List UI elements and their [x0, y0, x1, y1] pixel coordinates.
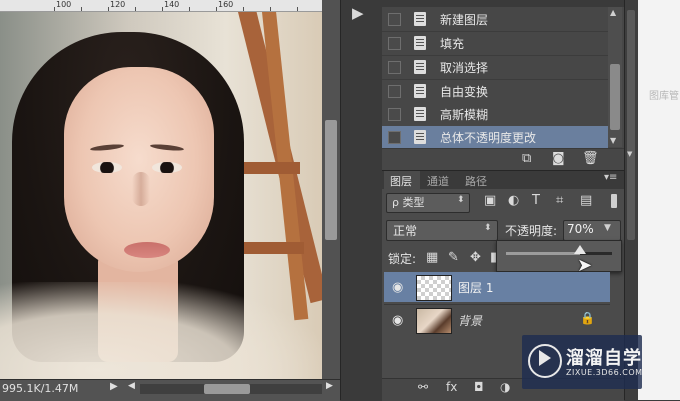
portrait-lips: [124, 242, 170, 258]
new-document-from-state-icon[interactable]: ⧉: [522, 151, 531, 166]
portrait-face: [64, 67, 214, 272]
tab-layers[interactable]: 图层: [390, 173, 412, 189]
opacity-value: 70%: [567, 222, 594, 236]
layer-name[interactable]: 背景: [458, 312, 482, 329]
ruler-label: 120: [110, 0, 126, 9]
lock-transparent-pixels-icon[interactable]: ▦: [426, 250, 438, 265]
tab-channels[interactable]: 通道: [427, 173, 449, 189]
opacity-slider-popup[interactable]: [496, 240, 622, 272]
blend-mode-value: 正常: [393, 224, 418, 238]
blurred-overlay: [0, 282, 322, 379]
history-item[interactable]: 新建图层: [382, 8, 608, 32]
canvas-horizontal-scroll-thumb[interactable]: [204, 384, 250, 394]
adjustment-icon[interactable]: ◑: [500, 380, 510, 394]
history-snapshot-checkbox[interactable]: [388, 37, 401, 50]
smart-object-filter-icon[interactable]: ▤: [580, 193, 592, 208]
text-filter-icon[interactable]: T: [532, 193, 540, 208]
history-snapshot-checkbox[interactable]: [388, 13, 401, 26]
history-snapshot-checkbox[interactable]: [388, 85, 401, 98]
portrait-eye: [92, 162, 122, 173]
status-menu-arrow-icon[interactable]: ▶: [110, 381, 118, 392]
history-item-label: 取消选择: [440, 61, 489, 75]
history-item[interactable]: 填充: [382, 32, 608, 56]
scroll-up-icon[interactable]: ▲: [610, 8, 616, 17]
horizontal-ruler: 100 120 140 160: [0, 0, 322, 12]
lock-label: 锁定:: [388, 252, 417, 266]
opacity-label: 不透明度:: [505, 224, 558, 238]
history-tab-strip: [382, 0, 624, 7]
history-item-label: 填充: [440, 37, 465, 51]
document-icon: [414, 130, 426, 144]
camera-icon[interactable]: ◙: [552, 151, 565, 166]
history-item-label: 高斯模糊: [440, 108, 489, 122]
layer-row-selected[interactable]: ◉ 图层 1: [384, 272, 610, 302]
chevron-down-icon: ⬍: [457, 195, 465, 205]
layer-thumbnail: [416, 308, 452, 334]
filter-toggle-switch[interactable]: [611, 194, 617, 208]
tab-paths[interactable]: 路径: [465, 173, 487, 189]
layer-filter-label: ρ 类型: [392, 196, 425, 209]
ruler-label: 160: [218, 0, 234, 9]
layer-row[interactable]: ◉ 背景: [384, 304, 610, 335]
play-icon[interactable]: ▶: [352, 4, 364, 22]
panel-dock-strip: [340, 0, 384, 400]
document-icon: [414, 84, 426, 98]
layer-thumbnail: [416, 275, 452, 301]
scroll-right-icon[interactable]: ▶: [326, 381, 333, 391]
shape-filter-icon[interactable]: ⌗: [556, 193, 563, 208]
document-icon: [414, 107, 426, 121]
adjustment-filter-icon[interactable]: ◐: [508, 193, 519, 208]
layer-name[interactable]: 图层 1: [458, 279, 493, 296]
history-item-label: 新建图层: [440, 13, 489, 27]
history-item[interactable]: 自由变换: [382, 80, 608, 104]
document-icon: [414, 60, 426, 74]
document-canvas[interactable]: [0, 12, 322, 379]
scroll-down-icon[interactable]: ▼: [627, 150, 632, 158]
scroll-left-icon[interactable]: ◀: [128, 381, 135, 391]
move-icon[interactable]: ✥: [470, 250, 481, 265]
portrait-eye: [152, 162, 182, 173]
outer-window-text: 图库管: [649, 91, 679, 102]
brush-icon[interactable]: ✎: [448, 250, 459, 265]
link-icon[interactable]: ⚯: [418, 380, 428, 394]
opacity-slider-knob[interactable]: [574, 245, 586, 254]
ruler-label: 140: [164, 0, 180, 9]
eye-icon[interactable]: ◉: [392, 313, 403, 328]
watermark-play-icon: [539, 350, 551, 366]
canvas-vertical-scroll-thumb[interactable]: [325, 120, 337, 240]
history-item-selected[interactable]: 总体不透明度更改: [382, 126, 608, 150]
portrait-nose: [132, 172, 150, 206]
panel-menu-icon[interactable]: ▾≡: [604, 172, 617, 183]
history-item-label: 自由变换: [440, 85, 489, 99]
history-snapshot-checkbox[interactable]: [388, 61, 401, 74]
eye-icon[interactable]: ◉: [392, 280, 403, 295]
document-icon: [414, 12, 426, 26]
history-scroll-thumb[interactable]: [610, 64, 620, 130]
history-item-label: 总体不透明度更改: [440, 131, 537, 145]
image-filter-icon[interactable]: ▣: [484, 193, 496, 208]
fx-icon[interactable]: fx: [446, 380, 457, 394]
ruler-label: 100: [56, 0, 72, 9]
history-item[interactable]: 高斯模糊: [382, 103, 608, 127]
outer-window-area: [638, 0, 680, 400]
history-item[interactable]: 取消选择: [382, 56, 608, 80]
scroll-down-icon[interactable]: ▼: [610, 136, 616, 145]
document-icon: [414, 36, 426, 50]
document-size: 995.1K/1.47M: [2, 382, 79, 395]
history-snapshot-checkbox[interactable]: [388, 108, 401, 121]
watermark-title: 溜溜自学: [566, 348, 642, 369]
lock-icon: 🔒: [580, 311, 595, 325]
trash-icon[interactable]: 🗑: [582, 151, 599, 166]
history-snapshot-checkbox[interactable]: [388, 131, 401, 144]
chevron-down-icon: ⬍: [484, 223, 492, 233]
dock-scroll-thumb[interactable]: [627, 10, 635, 240]
watermark-subtitle: ZIXUE.3D66.COM: [566, 368, 643, 377]
opacity-slider-fill: [506, 252, 580, 255]
chevron-down-icon[interactable]: ▼: [604, 223, 611, 233]
mask-icon[interactable]: ◘: [474, 380, 484, 394]
